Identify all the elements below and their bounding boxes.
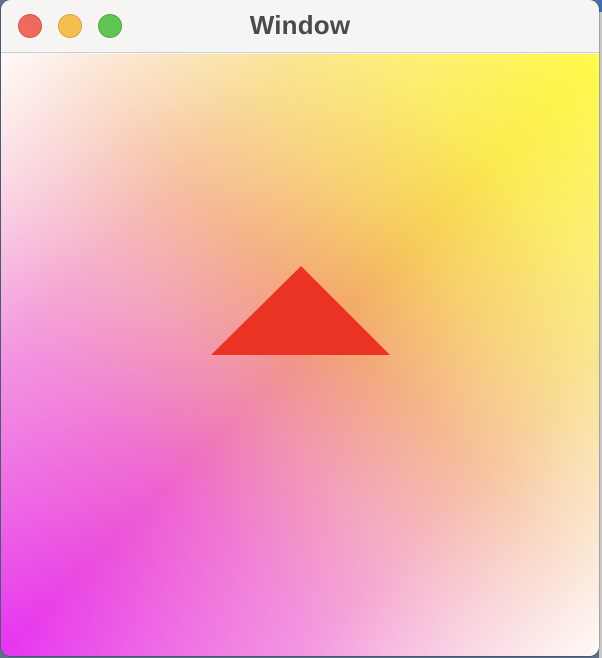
red-triangle (211, 266, 390, 355)
canvas-shapes (211, 266, 390, 355)
canvas-area[interactable] (1, 54, 599, 656)
window-title: Window (249, 10, 351, 40)
app-window: Window (1, 0, 599, 656)
window-titlebar[interactable]: Window (1, 0, 599, 53)
